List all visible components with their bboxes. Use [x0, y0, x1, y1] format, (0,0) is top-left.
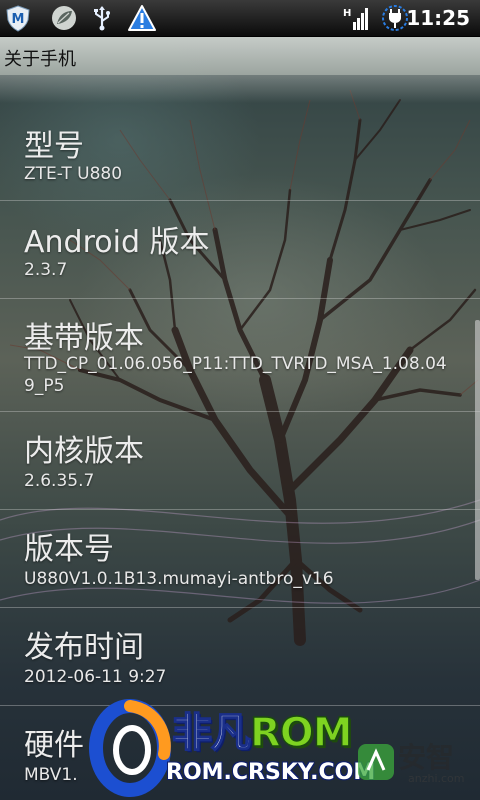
- list-item-release-date[interactable]: 发布时间 2012-06-11 9:27: [0, 608, 480, 705]
- list-item-baseband-version[interactable]: 基带版本 TTD_CP_01.06.056_P11:TTD_TVRTD_MSA_…: [0, 299, 480, 411]
- watermark-url: ROM.CRSKY.COM: [166, 760, 376, 785]
- item-value: 2.3.7: [24, 260, 68, 280]
- mcafee-icon: M: [6, 5, 30, 32]
- item-title: 硬件: [24, 728, 84, 763]
- page-title: 关于手机: [4, 49, 76, 70]
- watermark-brand: 非凡ROM: [171, 700, 353, 758]
- status-clock: 11:25: [406, 6, 470, 30]
- item-title: 发布时间: [24, 630, 144, 665]
- list-item-kernel-version[interactable]: 内核版本 2.6.35.7: [0, 412, 480, 509]
- list-top-fade: [0, 75, 480, 103]
- watermark-brand-suffix: ROM: [249, 709, 353, 757]
- svg-text:M: M: [12, 12, 25, 27]
- crsky-swirl-logo-icon: [89, 699, 171, 797]
- status-bar: M H 11:25: [0, 0, 480, 37]
- item-title: 基带版本: [24, 321, 144, 356]
- watermark-brand-prefix: 非凡: [171, 709, 252, 757]
- scrollbar[interactable]: [475, 320, 480, 580]
- item-title: 版本号: [24, 532, 114, 567]
- anzhi-logo-icon: [358, 744, 394, 780]
- watermark-secondary: 安智: [398, 741, 455, 774]
- item-value: 2.6.35.7: [24, 471, 95, 491]
- list-item-android-version[interactable]: Android 版本 2.3.7: [0, 201, 480, 298]
- list-item-build-number[interactable]: 版本号 U880V1.0.1B13.mumayi-antbro_v16: [0, 510, 480, 607]
- item-value: TTD_CP_01.06.056_P11:TTD_TVRTD_MSA_1.08.…: [24, 354, 447, 396]
- item-value: U880V1.0.1B13.mumayi-antbro_v16: [24, 569, 334, 589]
- warning-icon: [128, 5, 156, 31]
- item-value: ZTE-T U880: [24, 164, 123, 184]
- item-title: 型号: [24, 129, 84, 164]
- title-bar: 关于手机: [0, 37, 480, 75]
- item-title: 内核版本: [24, 434, 144, 469]
- item-value: 2012-06-11 9:27: [24, 667, 167, 687]
- item-title: Android 版本: [24, 225, 210, 260]
- usb-icon: [94, 6, 110, 31]
- svg-text:H: H: [343, 8, 351, 19]
- leaf-icon: [52, 6, 76, 30]
- signal-bars-icon: H: [343, 8, 368, 30]
- watermark-secondary-sub: anzhi.com: [408, 772, 465, 785]
- list-item-model[interactable]: 型号 ZTE-T U880: [0, 103, 480, 200]
